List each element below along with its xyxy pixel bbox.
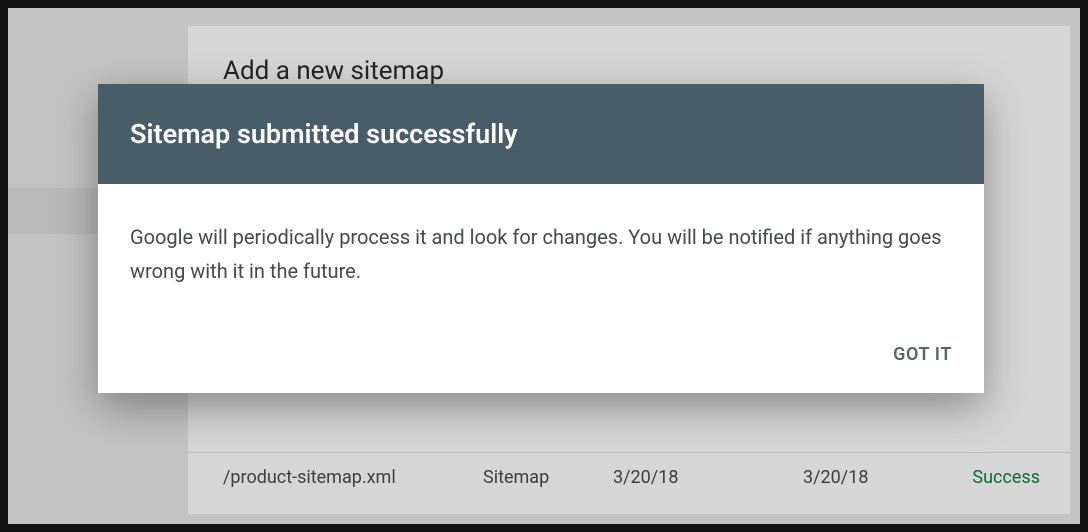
dialog-title: Sitemap submitted successfully bbox=[98, 84, 984, 184]
cell-submitted: 3/20/18 bbox=[613, 467, 803, 488]
cell-filename: /product-sitemap.xml bbox=[223, 467, 483, 488]
cell-type: Sitemap bbox=[483, 467, 613, 488]
got-it-button[interactable]: GOT IT bbox=[893, 344, 952, 365]
cell-status: Success bbox=[972, 467, 1040, 488]
confirmation-dialog: Sitemap submitted successfully Google wi… bbox=[98, 84, 984, 393]
dialog-body: Google will periodically process it and … bbox=[98, 184, 984, 298]
cell-read: 3/20/18 bbox=[803, 467, 963, 488]
dialog-actions: GOT IT bbox=[98, 298, 984, 393]
table-row[interactable]: /product-sitemap.xml Sitemap 3/20/18 3/2… bbox=[188, 452, 1070, 502]
section-title: Add a new sitemap bbox=[223, 56, 444, 86]
